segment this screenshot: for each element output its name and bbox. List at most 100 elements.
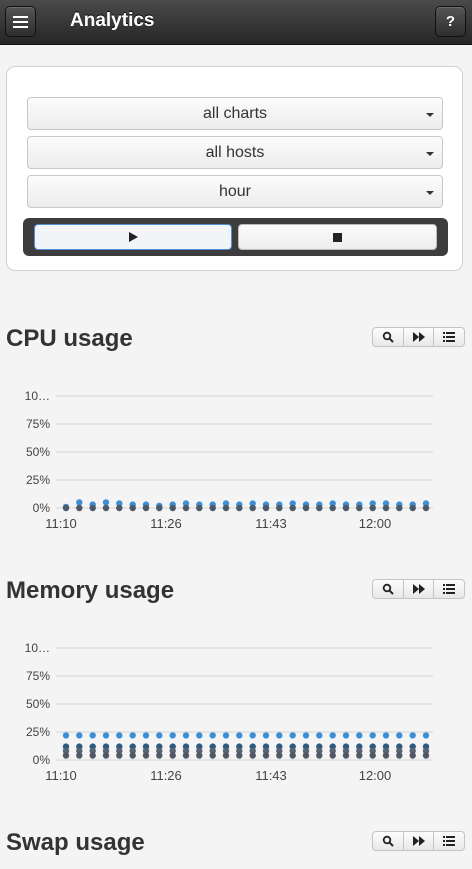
stop-icon	[333, 232, 342, 242]
data-point	[262, 504, 270, 512]
data-point	[262, 732, 270, 739]
data-point	[62, 752, 70, 759]
data-point	[76, 732, 83, 739]
fast-forward-button[interactable]	[402, 832, 434, 850]
data-point	[249, 752, 256, 759]
controls-panel: all charts all hosts hour	[6, 66, 463, 271]
data-point	[89, 752, 96, 759]
data-point	[196, 732, 203, 739]
data-point	[329, 732, 336, 739]
data-point	[342, 732, 350, 739]
range-select[interactable]: hour	[27, 175, 443, 208]
data-point	[316, 504, 323, 512]
data-point	[236, 504, 243, 512]
chart-select[interactable]: all charts	[27, 97, 443, 130]
swap-chart-toolbar	[372, 831, 465, 851]
data-point	[169, 504, 176, 512]
cpu-chart-title: CPU usage	[6, 325, 133, 352]
data-point	[62, 504, 70, 512]
zoom-button[interactable]	[373, 832, 403, 850]
y-tick-label: 75%	[26, 669, 50, 683]
fast-forward-icon	[412, 584, 425, 594]
zoom-button[interactable]	[373, 580, 403, 598]
y-tick-label: 10…	[25, 641, 50, 655]
hamburger-icon	[13, 15, 28, 28]
data-point	[382, 752, 390, 759]
memory-chart-title: Memory usage	[6, 577, 175, 604]
y-tick-label: 0%	[33, 753, 51, 767]
fast-forward-icon	[412, 836, 425, 846]
data-point	[316, 752, 323, 759]
list-button[interactable]	[433, 580, 464, 598]
data-point	[156, 732, 163, 739]
y-tick-label: 50%	[26, 697, 50, 711]
data-point	[129, 752, 136, 759]
data-point	[422, 732, 430, 739]
caret-down-icon	[426, 152, 434, 156]
data-point	[209, 732, 216, 739]
data-point	[116, 752, 123, 759]
data-point	[396, 752, 403, 759]
host-select[interactable]: all hosts	[27, 136, 443, 169]
data-point	[369, 732, 376, 739]
data-point	[222, 732, 230, 739]
data-point	[356, 504, 363, 512]
data-point	[102, 752, 110, 759]
data-point	[102, 504, 110, 512]
memory-chart-toolbar	[372, 579, 465, 599]
range-select-value: hour	[218, 183, 252, 200]
data-point	[76, 504, 83, 512]
data-point	[276, 732, 283, 739]
help-button[interactable]: ?	[435, 6, 466, 37]
data-point	[182, 752, 190, 759]
data-point	[116, 504, 123, 512]
data-point	[302, 504, 310, 512]
list-button[interactable]	[433, 832, 464, 850]
list-icon	[443, 584, 456, 594]
caret-down-icon	[426, 191, 434, 195]
data-point	[356, 752, 363, 759]
play-button[interactable]	[34, 224, 232, 250]
x-tick-label: 11:10	[45, 768, 77, 783]
data-point	[382, 732, 390, 739]
data-point	[276, 752, 283, 759]
y-tick-label: 50%	[26, 445, 50, 459]
data-point	[129, 504, 136, 512]
data-point	[222, 752, 230, 759]
data-point	[169, 752, 176, 759]
data-point	[102, 499, 110, 506]
data-point	[356, 732, 363, 739]
data-point	[129, 732, 136, 739]
fast-forward-button[interactable]	[402, 328, 434, 346]
data-point	[249, 504, 256, 512]
list-button[interactable]	[433, 328, 464, 346]
data-point	[116, 732, 123, 739]
data-point	[342, 504, 350, 512]
data-point	[302, 732, 310, 739]
zoom-button[interactable]	[373, 328, 403, 346]
data-point	[156, 504, 163, 512]
data-point	[369, 504, 376, 512]
data-point	[422, 504, 430, 512]
caret-down-icon	[426, 113, 434, 117]
data-point	[209, 504, 216, 512]
data-point	[89, 504, 96, 512]
x-tick-label: 12:00	[359, 516, 392, 531]
fast-forward-button[interactable]	[402, 580, 434, 598]
data-point	[209, 752, 216, 759]
data-point	[396, 504, 403, 512]
menu-button[interactable]	[5, 6, 36, 37]
data-point	[262, 752, 270, 759]
y-tick-label: 75%	[26, 417, 50, 431]
data-point	[196, 752, 203, 759]
data-point	[236, 752, 243, 759]
top-bar: Analytics ?	[0, 0, 472, 45]
list-icon	[443, 836, 456, 846]
data-point	[196, 504, 203, 512]
playback-controls	[23, 218, 448, 256]
data-point	[422, 752, 430, 759]
y-tick-label: 0%	[33, 501, 51, 515]
data-point	[76, 499, 83, 506]
stop-button[interactable]	[238, 224, 437, 250]
data-point	[329, 752, 336, 759]
